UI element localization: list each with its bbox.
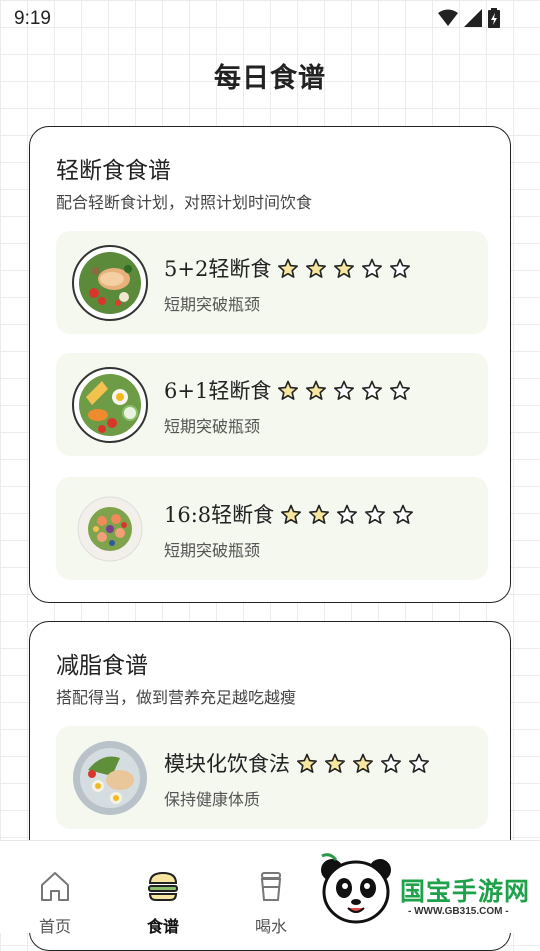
star-filled-icon bbox=[306, 380, 327, 400]
nav-item-home[interactable]: 首页 bbox=[10, 841, 100, 936]
star-empty-icon bbox=[334, 380, 355, 400]
recipe-desc: 短期突破瓶颈 bbox=[164, 541, 261, 560]
cup-icon bbox=[260, 872, 282, 901]
star-empty-icon bbox=[409, 753, 429, 773]
recipe-item[interactable]: 16:8轻断食 短期突破瓶颈 bbox=[56, 477, 488, 580]
signal-icon bbox=[464, 9, 482, 27]
recipe-name: 5+2轻断食 bbox=[164, 253, 411, 283]
star-filled-icon bbox=[334, 258, 355, 278]
star-empty-icon bbox=[393, 504, 414, 524]
salad-plate-image bbox=[72, 245, 148, 321]
star-filled-icon bbox=[325, 753, 345, 773]
recipe-name: 模块化饮食法 bbox=[164, 748, 430, 778]
egg-salad-plate-image bbox=[72, 367, 148, 443]
recipe-desc: 保持健康体质 bbox=[164, 790, 261, 809]
watermark-logo: 国宝手游网 - WWW.GB315.COM - bbox=[296, 842, 540, 932]
star-filled-icon bbox=[353, 753, 373, 773]
star-filled-icon bbox=[306, 258, 327, 278]
star-filled-icon bbox=[278, 258, 299, 278]
recipe-name: 16:8轻断食 bbox=[164, 499, 414, 529]
star-empty-icon bbox=[337, 504, 358, 524]
rating-stars bbox=[277, 258, 411, 279]
recipe-name: 6+1轻断食 bbox=[164, 375, 411, 405]
recipe-item[interactable]: 模块化饮食法 保持健康体质 bbox=[56, 726, 488, 829]
section-card-intermittent-fasting: 轻断食食谱 配合轻断食计划，对照计划时间饮食 5+2轻断食 短期突破瓶颈 6+1… bbox=[29, 126, 511, 603]
recipe-desc: 短期突破瓶颈 bbox=[164, 417, 261, 436]
section-subtitle: 搭配得当，做到营养充足越吃越瘦 bbox=[56, 688, 297, 707]
rating-stars bbox=[280, 504, 414, 525]
section-title: 减脂食谱 bbox=[56, 653, 148, 679]
nav-item-recipes[interactable]: 食谱 bbox=[118, 841, 208, 936]
recipe-item[interactable]: 6+1轻断食 短期突破瓶颈 bbox=[56, 353, 488, 456]
recipe-desc: 短期突破瓶颈 bbox=[164, 295, 261, 314]
battery-icon bbox=[488, 8, 500, 28]
star-filled-icon bbox=[297, 753, 317, 773]
recipe-item[interactable]: 5+2轻断食 短期突破瓶颈 bbox=[56, 231, 488, 334]
nav-label: 首页 bbox=[38, 917, 71, 936]
star-filled-icon bbox=[309, 504, 330, 524]
status-bar: 9:19 bbox=[0, 0, 540, 36]
rating-stars bbox=[277, 380, 411, 401]
star-empty-icon bbox=[390, 380, 411, 400]
watermark-url: - WWW.GB315.COM - bbox=[408, 906, 509, 917]
home-icon bbox=[41, 872, 69, 901]
chicken-salad-plate-image bbox=[73, 741, 147, 815]
panda-icon bbox=[321, 853, 391, 924]
star-empty-icon bbox=[362, 380, 383, 400]
section-subtitle: 配合轻断食计划，对照计划时间饮食 bbox=[56, 193, 313, 212]
watermark-title: 国宝手游网 bbox=[400, 878, 531, 906]
star-filled-icon bbox=[281, 504, 302, 524]
star-empty-icon bbox=[390, 258, 411, 278]
shrimp-salad-plate-image bbox=[77, 496, 143, 562]
status-time: 9:19 bbox=[14, 8, 51, 29]
status-icons bbox=[438, 8, 500, 28]
star-filled-icon bbox=[278, 380, 299, 400]
section-title: 轻断食食谱 bbox=[56, 158, 171, 184]
star-empty-icon bbox=[381, 753, 401, 773]
page-title: 每日食谱 bbox=[214, 63, 326, 94]
burger-icon bbox=[148, 871, 178, 901]
star-empty-icon bbox=[362, 258, 383, 278]
rating-stars bbox=[296, 753, 430, 774]
star-empty-icon bbox=[365, 504, 386, 524]
wifi-icon bbox=[438, 9, 458, 26]
nav-label: 食谱 bbox=[146, 917, 179, 936]
